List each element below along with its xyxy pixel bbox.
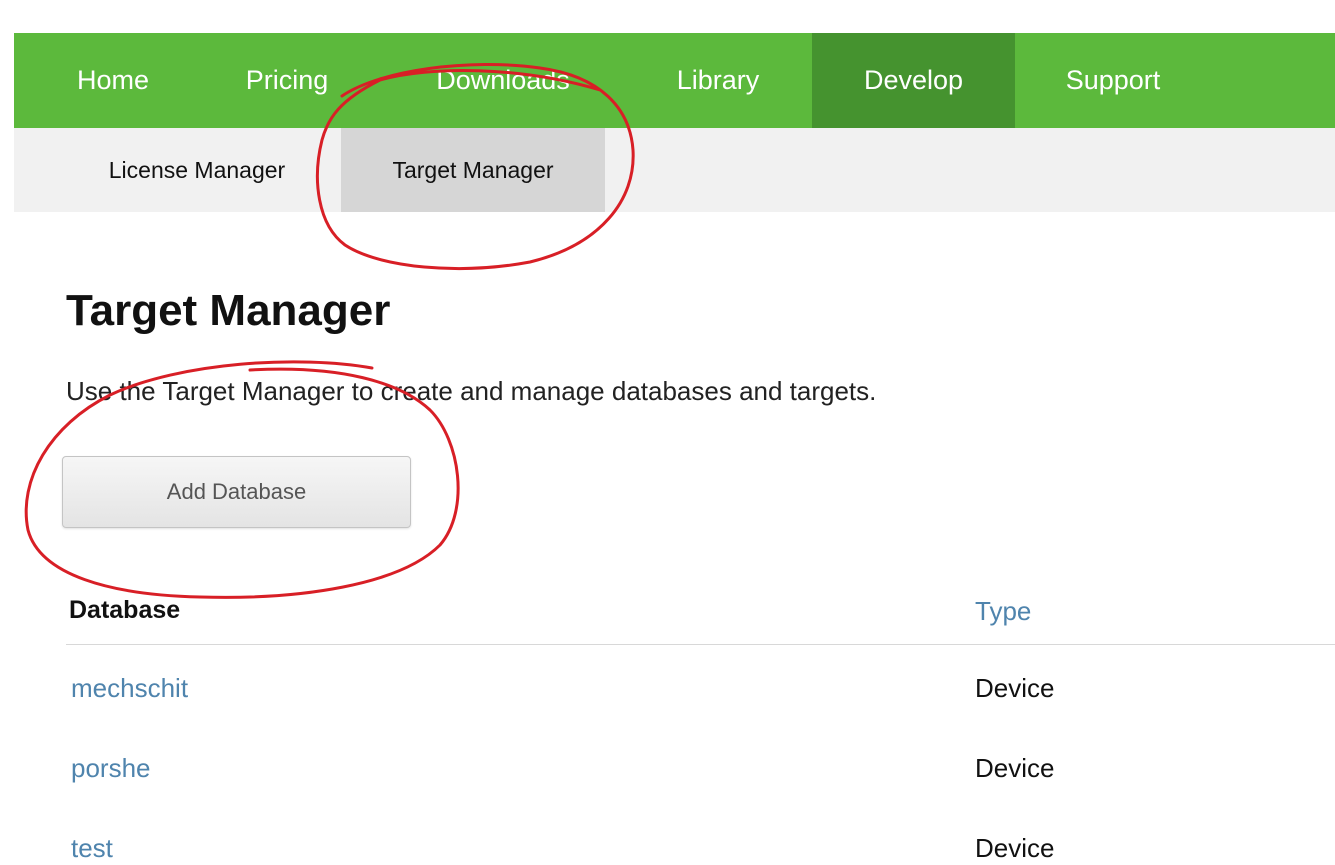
nav-develop[interactable]: Develop [812,33,1015,128]
nav-library[interactable]: Library [662,33,774,128]
subnav-target-manager[interactable]: Target Manager [341,128,605,212]
table-header: Database Type [66,590,1335,645]
add-database-button[interactable]: Add Database [62,456,411,528]
page-description: Use the Target Manager to create and man… [66,376,877,406]
database-type: Device [975,673,1055,703]
nav-support[interactable]: Support [1050,33,1176,128]
database-table: Database Type mechschit Device porshe De… [66,590,1335,865]
table-row: mechschit Device [66,645,1335,725]
database-link[interactable]: mechschit [71,673,188,704]
database-link[interactable]: porshe [71,753,151,784]
nav-downloads[interactable]: Downloads [418,33,588,128]
sub-nav: License Manager Target Manager [14,128,1335,212]
database-type: Device [975,833,1055,863]
table-row: test Device [66,805,1335,865]
database-link[interactable]: test [71,833,113,864]
database-type: Device [975,753,1055,783]
column-header-database[interactable]: Database [69,596,180,625]
nav-home[interactable]: Home [68,33,158,128]
subnav-license-manager[interactable]: License Manager [80,128,314,212]
main-nav: Home Pricing Downloads Library Develop S… [14,33,1335,128]
column-header-type[interactable]: Type [975,596,1031,627]
nav-pricing[interactable]: Pricing [232,33,342,128]
page-title: Target Manager [66,286,391,335]
table-row: porshe Device [66,725,1335,805]
